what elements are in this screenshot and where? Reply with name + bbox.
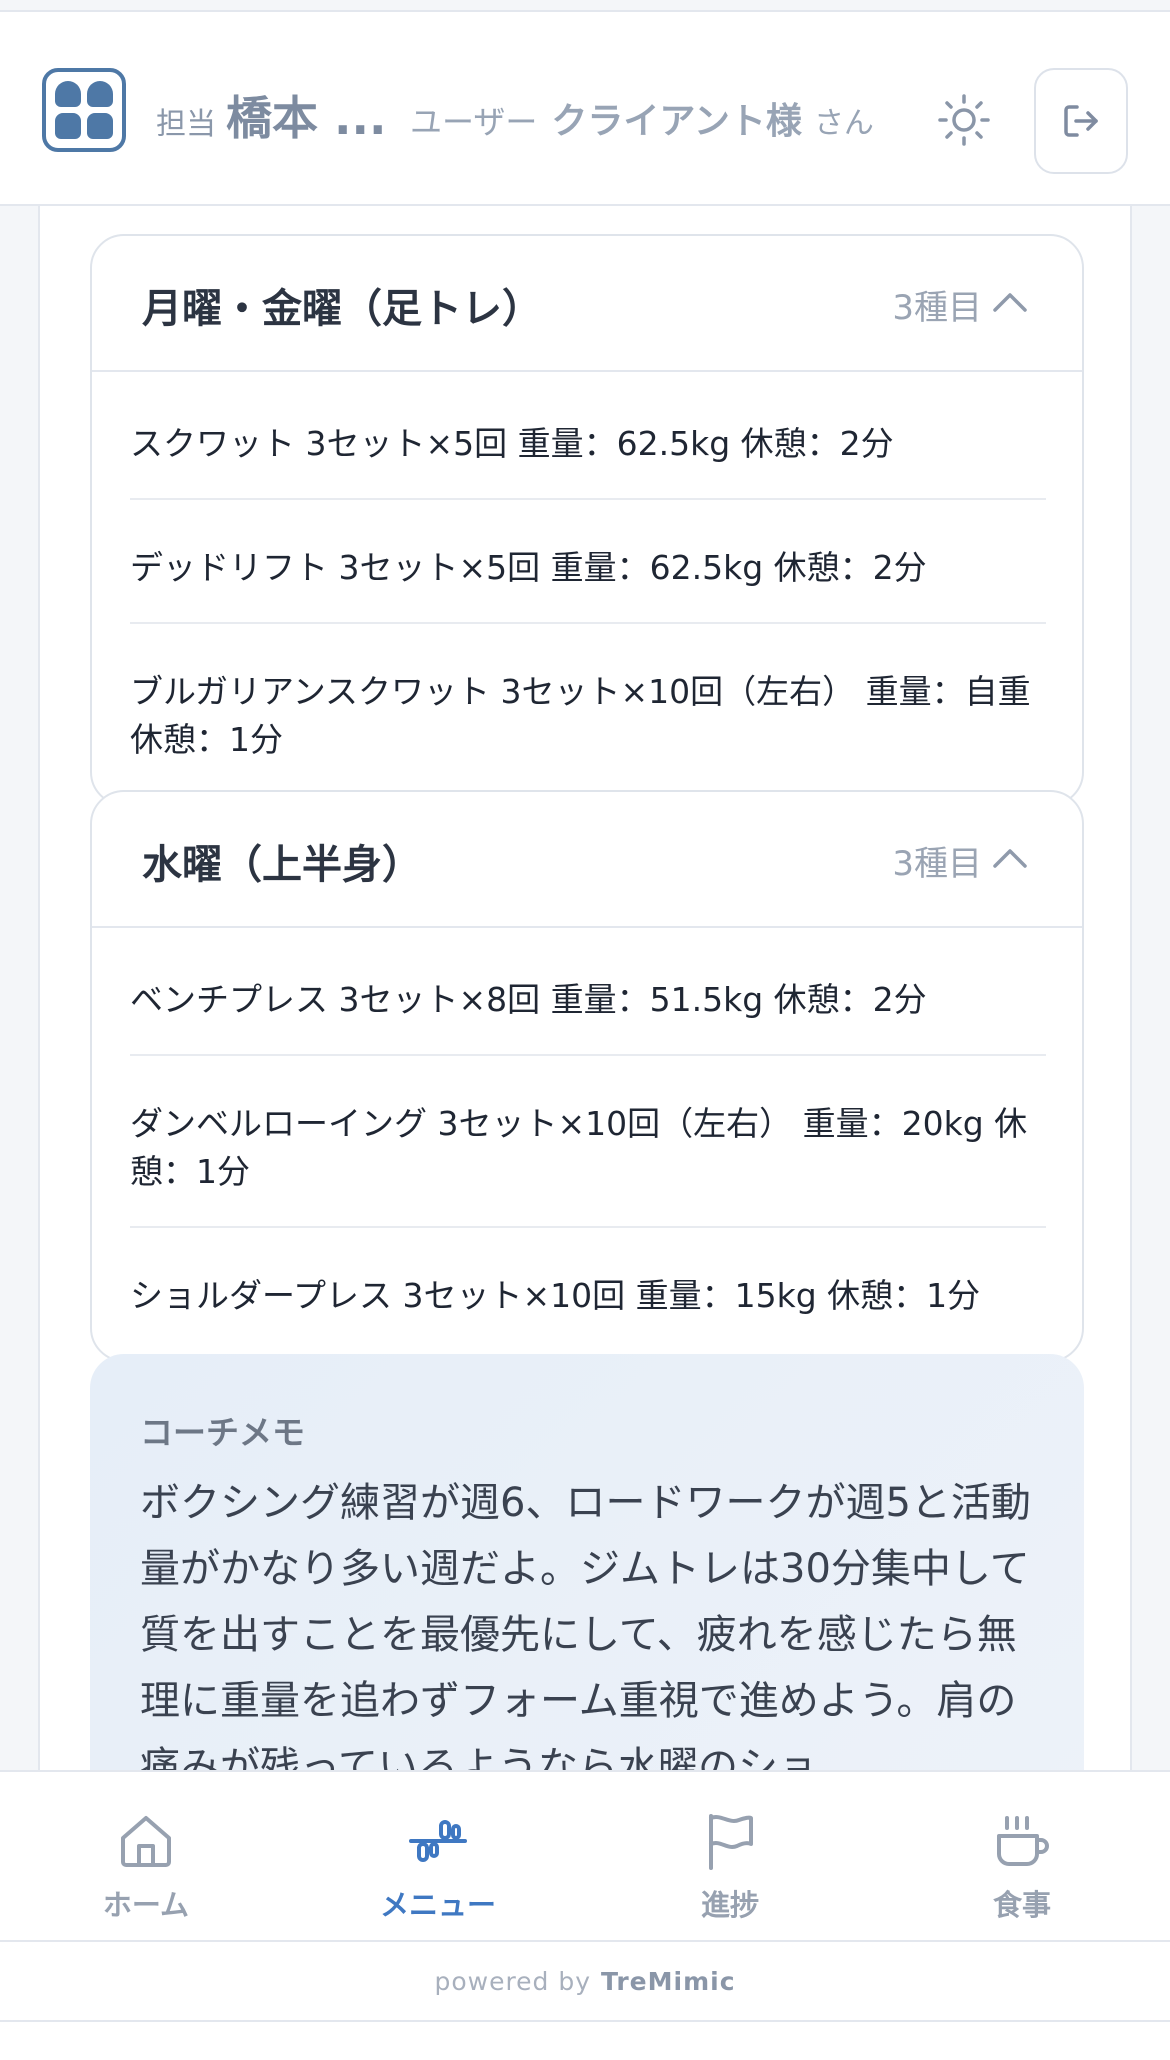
exercise-item: デッドリフト 3セット×5回 重量：62.5kg 休憩：2分 <box>130 500 1046 624</box>
app-header: 担当 橋本 ... ユーザー クライアント様 さん <box>0 12 1170 206</box>
bottom-nav: ホーム メニュー 進捗 食事 <box>0 1770 1170 1942</box>
logout-button[interactable] <box>1034 68 1128 174</box>
nav-label-progress: 進捗 <box>700 1888 759 1922</box>
home-indicator-area <box>0 2022 1170 2060</box>
user-label: ユーザー <box>410 103 538 141</box>
exercise-item: スクワット 3セット×5回 重量：62.5kg 休憩：2分 <box>130 372 1046 500</box>
powered-by-text: powered by <box>434 1966 592 1996</box>
day-card-mon-fri: 月曜・金曜（足トレ） 3種目 スクワット 3セット×5回 重量：62.5kg 休… <box>90 234 1084 806</box>
coach-memo: コーチメモ ボクシング練習が週6、ロードワークが週5と活動量がかなり多い週だよ。… <box>90 1354 1084 1770</box>
memo-text: ボクシング練習が週6、ロードワークが週5と活動量がかなり多い週だよ。ジムトレは3… <box>140 1480 1031 1770</box>
chevron-up-icon[interactable] <box>990 844 1030 872</box>
app-logo <box>42 68 126 152</box>
nav-item-progress[interactable]: 進捗 <box>584 1772 876 1940</box>
logout-icon <box>1064 105 1098 137</box>
nav-item-meal[interactable]: 食事 <box>876 1772 1168 1940</box>
flag-icon <box>709 1814 753 1870</box>
nav-label-meal: 食事 <box>992 1888 1051 1922</box>
menu-content: 月曜・金曜（足トレ） 3種目 スクワット 3セット×5回 重量：62.5kg 休… <box>38 206 1132 1770</box>
memo-title: コーチメモ <box>140 1413 305 1452</box>
brand-link[interactable]: TreMimic <box>601 1967 735 1996</box>
exercise-item: ショルダープレス 3セット×10回 重量：15kg 休憩：1分 <box>130 1276 981 1315</box>
sun-icon <box>938 94 990 146</box>
nav-item-menu[interactable]: メニュー <box>292 1772 584 1940</box>
day-title: 月曜・金曜（足トレ） <box>142 286 542 332</box>
coach-info: 担当 橋本 ... <box>156 82 386 145</box>
status-strip <box>0 0 1170 12</box>
coach-name: 橋本 ... <box>226 91 387 145</box>
nav-item-home[interactable]: ホーム <box>0 1772 292 1940</box>
day-title: 水曜（上半身） <box>142 842 422 888</box>
exercise-count: 3種目 <box>892 288 982 328</box>
home-icon <box>121 1816 171 1867</box>
exercise-item: ダンベルローイング 3セット×10回（左右） 重量：20kg 休憩：1分 <box>130 1056 1046 1228</box>
nav-label-home: ホーム <box>102 1888 190 1922</box>
user-suffix: さん <box>813 106 874 141</box>
day-card-header[interactable]: 月曜・金曜（足トレ） 3種目 <box>92 236 1082 372</box>
user-name: クライアント様 <box>551 101 802 142</box>
dumbbell-menu-icon <box>409 1820 467 1862</box>
user-info: ユーザー クライアント様 さん <box>410 92 874 148</box>
theme-toggle-button[interactable] <box>936 92 992 148</box>
exercise-item: ブルガリアンスクワット 3セット×10回（左右） 重量：自重 休憩：1分 <box>130 672 1031 759</box>
exercise-item: ベンチプレス 3セット×8回 重量：51.5kg 休憩：2分 <box>130 928 1046 1056</box>
day-card-wed: 水曜（上半身） 3種目 ベンチプレス 3セット×8回 重量：51.5kg 休憩：… <box>90 790 1084 1362</box>
powered-by-footer: powered by TreMimic <box>0 1942 1170 2022</box>
coach-label: 担当 <box>156 107 216 142</box>
coffee-cup-icon <box>997 1816 1049 1866</box>
chevron-up-icon[interactable] <box>990 288 1030 316</box>
nav-label-menu: メニュー <box>379 1888 496 1922</box>
day-card-header[interactable]: 水曜（上半身） 3種目 <box>92 792 1082 928</box>
exercise-count: 3種目 <box>892 844 982 884</box>
